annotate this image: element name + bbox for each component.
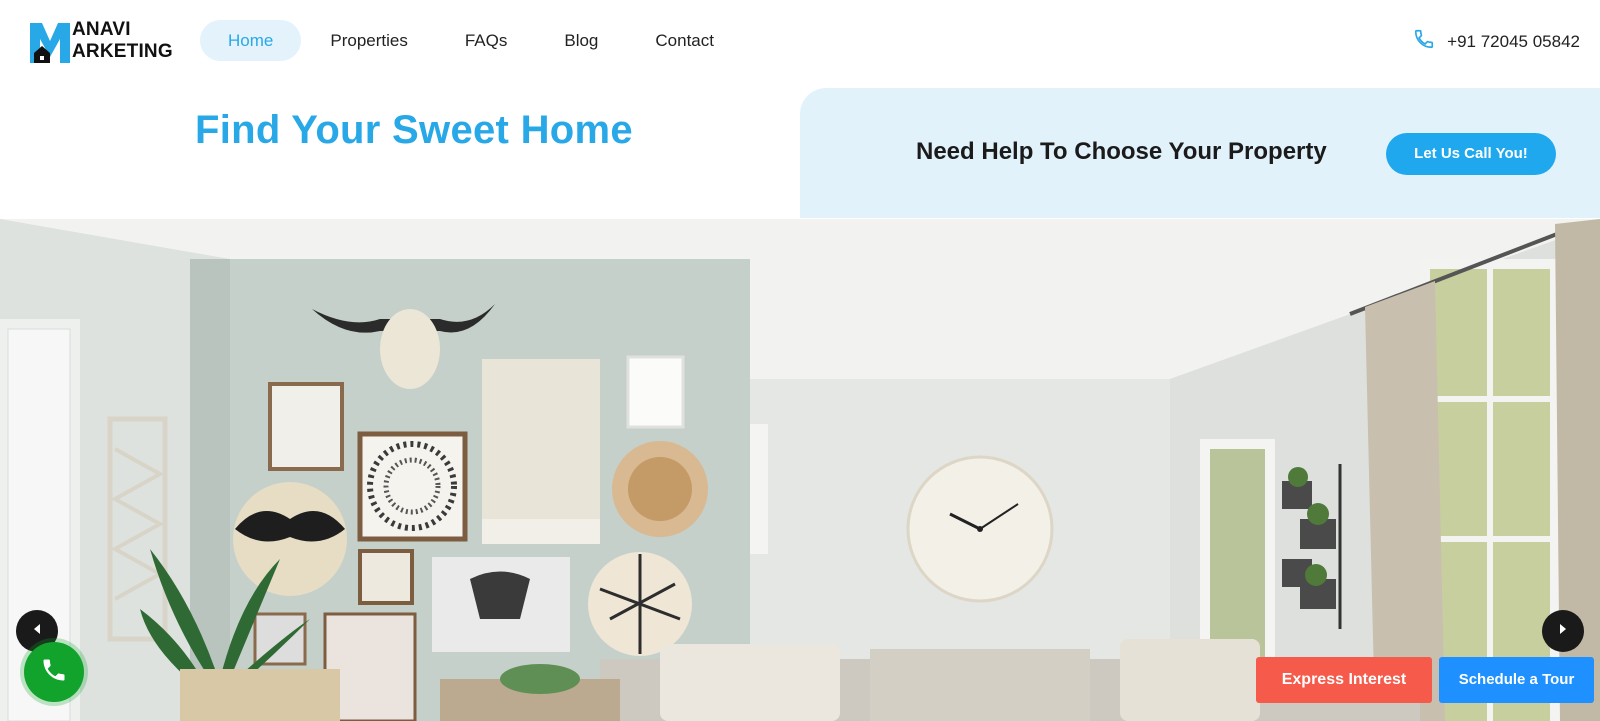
phone-icon <box>1413 28 1447 55</box>
help-panel: Need Help To Choose Your Property Let Us… <box>800 88 1600 218</box>
logo-mark-icon <box>28 17 70 65</box>
hero-tagline: Find Your Sweet Home <box>195 108 633 152</box>
logo-line-1: ANAVI <box>72 19 131 40</box>
nav-item-faqs[interactable]: FAQs <box>437 20 536 61</box>
phone-number: +91 72045 05842 <box>1447 31 1580 51</box>
express-interest-button[interactable]: Express Interest <box>1256 657 1432 703</box>
main-nav: Home Properties FAQs Blog Contact <box>200 20 743 61</box>
logo-text: ANAVI ARKETING <box>72 19 173 63</box>
nav-item-contact[interactable]: Contact <box>627 20 742 61</box>
schedule-tour-button[interactable]: Schedule a Tour <box>1439 657 1594 703</box>
chevron-right-icon <box>1558 622 1568 640</box>
nav-item-properties[interactable]: Properties <box>302 20 435 61</box>
logo[interactable]: ANAVI ARKETING <box>28 16 180 66</box>
logo-line-2: ARKETING <box>72 41 173 62</box>
chevron-left-icon <box>32 622 42 640</box>
let-us-call-button[interactable]: Let Us Call You! <box>1386 133 1556 175</box>
phone-icon <box>40 656 68 689</box>
help-text: Need Help To Choose Your Property <box>916 138 1327 165</box>
page: ANAVI ARKETING Home Properties FAQs Blog… <box>0 0 1600 721</box>
site-header: ANAVI ARKETING Home Properties FAQs Blog… <box>0 0 1600 82</box>
nav-item-blog[interactable]: Blog <box>536 20 626 61</box>
living-room-photo <box>0 219 1600 721</box>
header-phone[interactable]: +91 72045 05842 <box>1413 28 1580 55</box>
carousel-next-button[interactable] <box>1542 610 1584 652</box>
nav-item-home[interactable]: Home <box>200 20 302 61</box>
hero-image <box>0 219 1600 721</box>
call-fab-button[interactable] <box>24 642 84 702</box>
